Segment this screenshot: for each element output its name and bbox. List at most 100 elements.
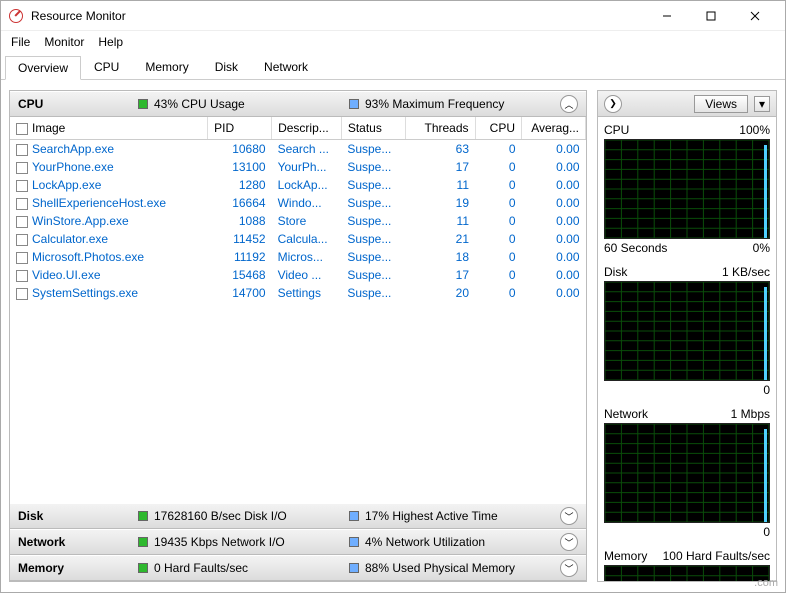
col-image[interactable]: Image	[10, 117, 208, 140]
collapse-right-button[interactable]: ❯	[604, 95, 622, 113]
col-desc[interactable]: Descrip...	[272, 117, 342, 140]
app-icon	[9, 9, 23, 23]
mem-used-text: 88% Used Physical Memory	[365, 561, 515, 575]
table-row[interactable]: SystemSettings.exe14700SettingsSuspe...2…	[10, 284, 586, 302]
chart-name: Memory	[604, 549, 647, 563]
chart-bottom-left: 60 Seconds	[604, 241, 667, 255]
right-toolbar: ❯ Views ▾	[598, 91, 776, 117]
process-table: Image PID Descrip... Status Threads CPU …	[10, 117, 586, 302]
section-network-header[interactable]: Network 19435 Kbps Network I/O 4% Networ…	[10, 529, 586, 555]
net-util-swatch-icon	[349, 537, 359, 547]
tabstrip: Overview CPU Memory Disk Network	[1, 55, 785, 80]
section-cpu-name: CPU	[18, 97, 128, 111]
titlebar: Resource Monitor	[1, 1, 785, 31]
section-cpu-header[interactable]: CPU 43% CPU Usage 93% Maximum Frequency …	[10, 91, 586, 117]
net-io-text: 19435 Kbps Network I/O	[154, 535, 285, 549]
left-pane: CPU 43% CPU Usage 93% Maximum Frequency …	[9, 90, 587, 582]
disk-io-swatch-icon	[138, 511, 148, 521]
chart-top-scale: 100%	[739, 123, 770, 137]
chart-top-scale: 1 Mbps	[731, 407, 770, 421]
chart-network: Network 1 Mbps 0	[604, 405, 770, 541]
table-row[interactable]: Calculator.exe11452Calcula...Suspe...210…	[10, 230, 586, 248]
chart-top-scale: 100 Hard Faults/sec	[663, 549, 770, 563]
chart-top-scale: 1 KB/sec	[722, 265, 770, 279]
disk-active-text: 17% Highest Active Time	[365, 509, 498, 523]
menubar: File Monitor Help	[1, 31, 785, 53]
chart-canvas	[604, 281, 770, 381]
row-checkbox[interactable]	[16, 288, 28, 300]
maximize-button[interactable]	[689, 2, 733, 30]
cpu-freq-text: 93% Maximum Frequency	[365, 97, 504, 111]
views-button[interactable]: Views	[694, 95, 748, 113]
tab-network[interactable]: Network	[251, 55, 321, 79]
col-avg[interactable]: Averag...	[522, 117, 586, 140]
table-row[interactable]: Video.UI.exe15468Video ...Suspe...1700.0…	[10, 266, 586, 284]
expand-network-button[interactable]: ﹀	[560, 533, 578, 551]
section-disk-name: Disk	[18, 509, 128, 523]
row-checkbox[interactable]	[16, 270, 28, 282]
views-dropdown-button[interactable]: ▾	[754, 96, 770, 112]
chart-bottom-right: 0%	[753, 241, 770, 255]
chart-canvas	[604, 139, 770, 239]
window-title: Resource Monitor	[27, 9, 645, 23]
table-row[interactable]: YourPhone.exe13100YourPh...Suspe...1700.…	[10, 158, 586, 176]
row-checkbox[interactable]	[16, 234, 28, 246]
cpu-freq-swatch-icon	[349, 99, 359, 109]
checkbox-all[interactable]	[16, 123, 28, 135]
row-checkbox[interactable]	[16, 252, 28, 264]
tab-overview[interactable]: Overview	[5, 56, 81, 80]
menu-monitor[interactable]: Monitor	[44, 35, 84, 49]
col-status[interactable]: Status	[341, 117, 405, 140]
chart-name: Network	[604, 407, 648, 421]
expand-memory-button[interactable]: ﹀	[560, 559, 578, 577]
row-checkbox[interactable]	[16, 180, 28, 192]
section-disk-header[interactable]: Disk 17628160 B/sec Disk I/O 17% Highest…	[10, 503, 586, 529]
col-pid[interactable]: PID	[208, 117, 272, 140]
tab-memory[interactable]: Memory	[132, 55, 201, 79]
col-threads[interactable]: Threads	[405, 117, 475, 140]
table-row[interactable]: ShellExperienceHost.exe16664Windo...Susp…	[10, 194, 586, 212]
row-checkbox[interactable]	[16, 144, 28, 156]
chart-disk: Disk 1 KB/sec 0	[604, 263, 770, 399]
mem-used-swatch-icon	[349, 563, 359, 573]
table-row[interactable]: WinStore.App.exe1088StoreSuspe...1100.00	[10, 212, 586, 230]
watermark: .com	[754, 577, 778, 589]
section-network-name: Network	[18, 535, 128, 549]
table-row[interactable]: SearchApp.exe10680Search ...Suspe...6300…	[10, 140, 586, 159]
mem-faults-text: 0 Hard Faults/sec	[154, 561, 248, 575]
menu-file[interactable]: File	[11, 35, 30, 49]
mem-faults-swatch-icon	[138, 563, 148, 573]
disk-active-swatch-icon	[349, 511, 359, 521]
disk-io-text: 17628160 B/sec Disk I/O	[154, 509, 287, 523]
tab-cpu[interactable]: CPU	[81, 55, 132, 79]
close-button[interactable]	[733, 2, 777, 30]
section-memory-name: Memory	[18, 561, 128, 575]
row-checkbox[interactable]	[16, 216, 28, 228]
expand-disk-button[interactable]: ﹀	[560, 507, 578, 525]
net-io-swatch-icon	[138, 537, 148, 547]
chart-name: Disk	[604, 265, 627, 279]
right-pane: ❯ Views ▾ CPU 100% 60 Seconds 0% Disk 1 KB/se…	[597, 90, 777, 582]
collapse-cpu-button[interactable]: ︿	[560, 95, 578, 113]
chart-cpu: CPU 100% 60 Seconds 0%	[604, 121, 770, 257]
row-checkbox[interactable]	[16, 162, 28, 174]
charts-container[interactable]: CPU 100% 60 Seconds 0% Disk 1 KB/sec 0 Network 1…	[598, 117, 776, 581]
chart-name: CPU	[604, 123, 629, 137]
menu-help[interactable]: Help	[98, 35, 123, 49]
table-row[interactable]: LockApp.exe1280LockAp...Suspe...1100.00	[10, 176, 586, 194]
table-row[interactable]: Microsoft.Photos.exe11192Micros...Suspe.…	[10, 248, 586, 266]
chart-bottom-right: 0	[763, 383, 770, 397]
chart-canvas	[604, 565, 770, 581]
net-util-text: 4% Network Utilization	[365, 535, 485, 549]
minimize-button[interactable]	[645, 2, 689, 30]
chart-bottom-right: 0	[763, 525, 770, 539]
tab-disk[interactable]: Disk	[202, 55, 251, 79]
col-cpu[interactable]: CPU	[475, 117, 522, 140]
cpu-usage-text: 43% CPU Usage	[154, 97, 245, 111]
chart-memory: Memory 100 Hard Faults/sec	[604, 547, 770, 581]
section-memory-header[interactable]: Memory 0 Hard Faults/sec 88% Used Physic…	[10, 555, 586, 581]
row-checkbox[interactable]	[16, 198, 28, 210]
cpu-usage-swatch-icon	[138, 99, 148, 109]
chart-canvas	[604, 423, 770, 523]
process-table-wrap[interactable]: Image PID Descrip... Status Threads CPU …	[10, 117, 586, 503]
